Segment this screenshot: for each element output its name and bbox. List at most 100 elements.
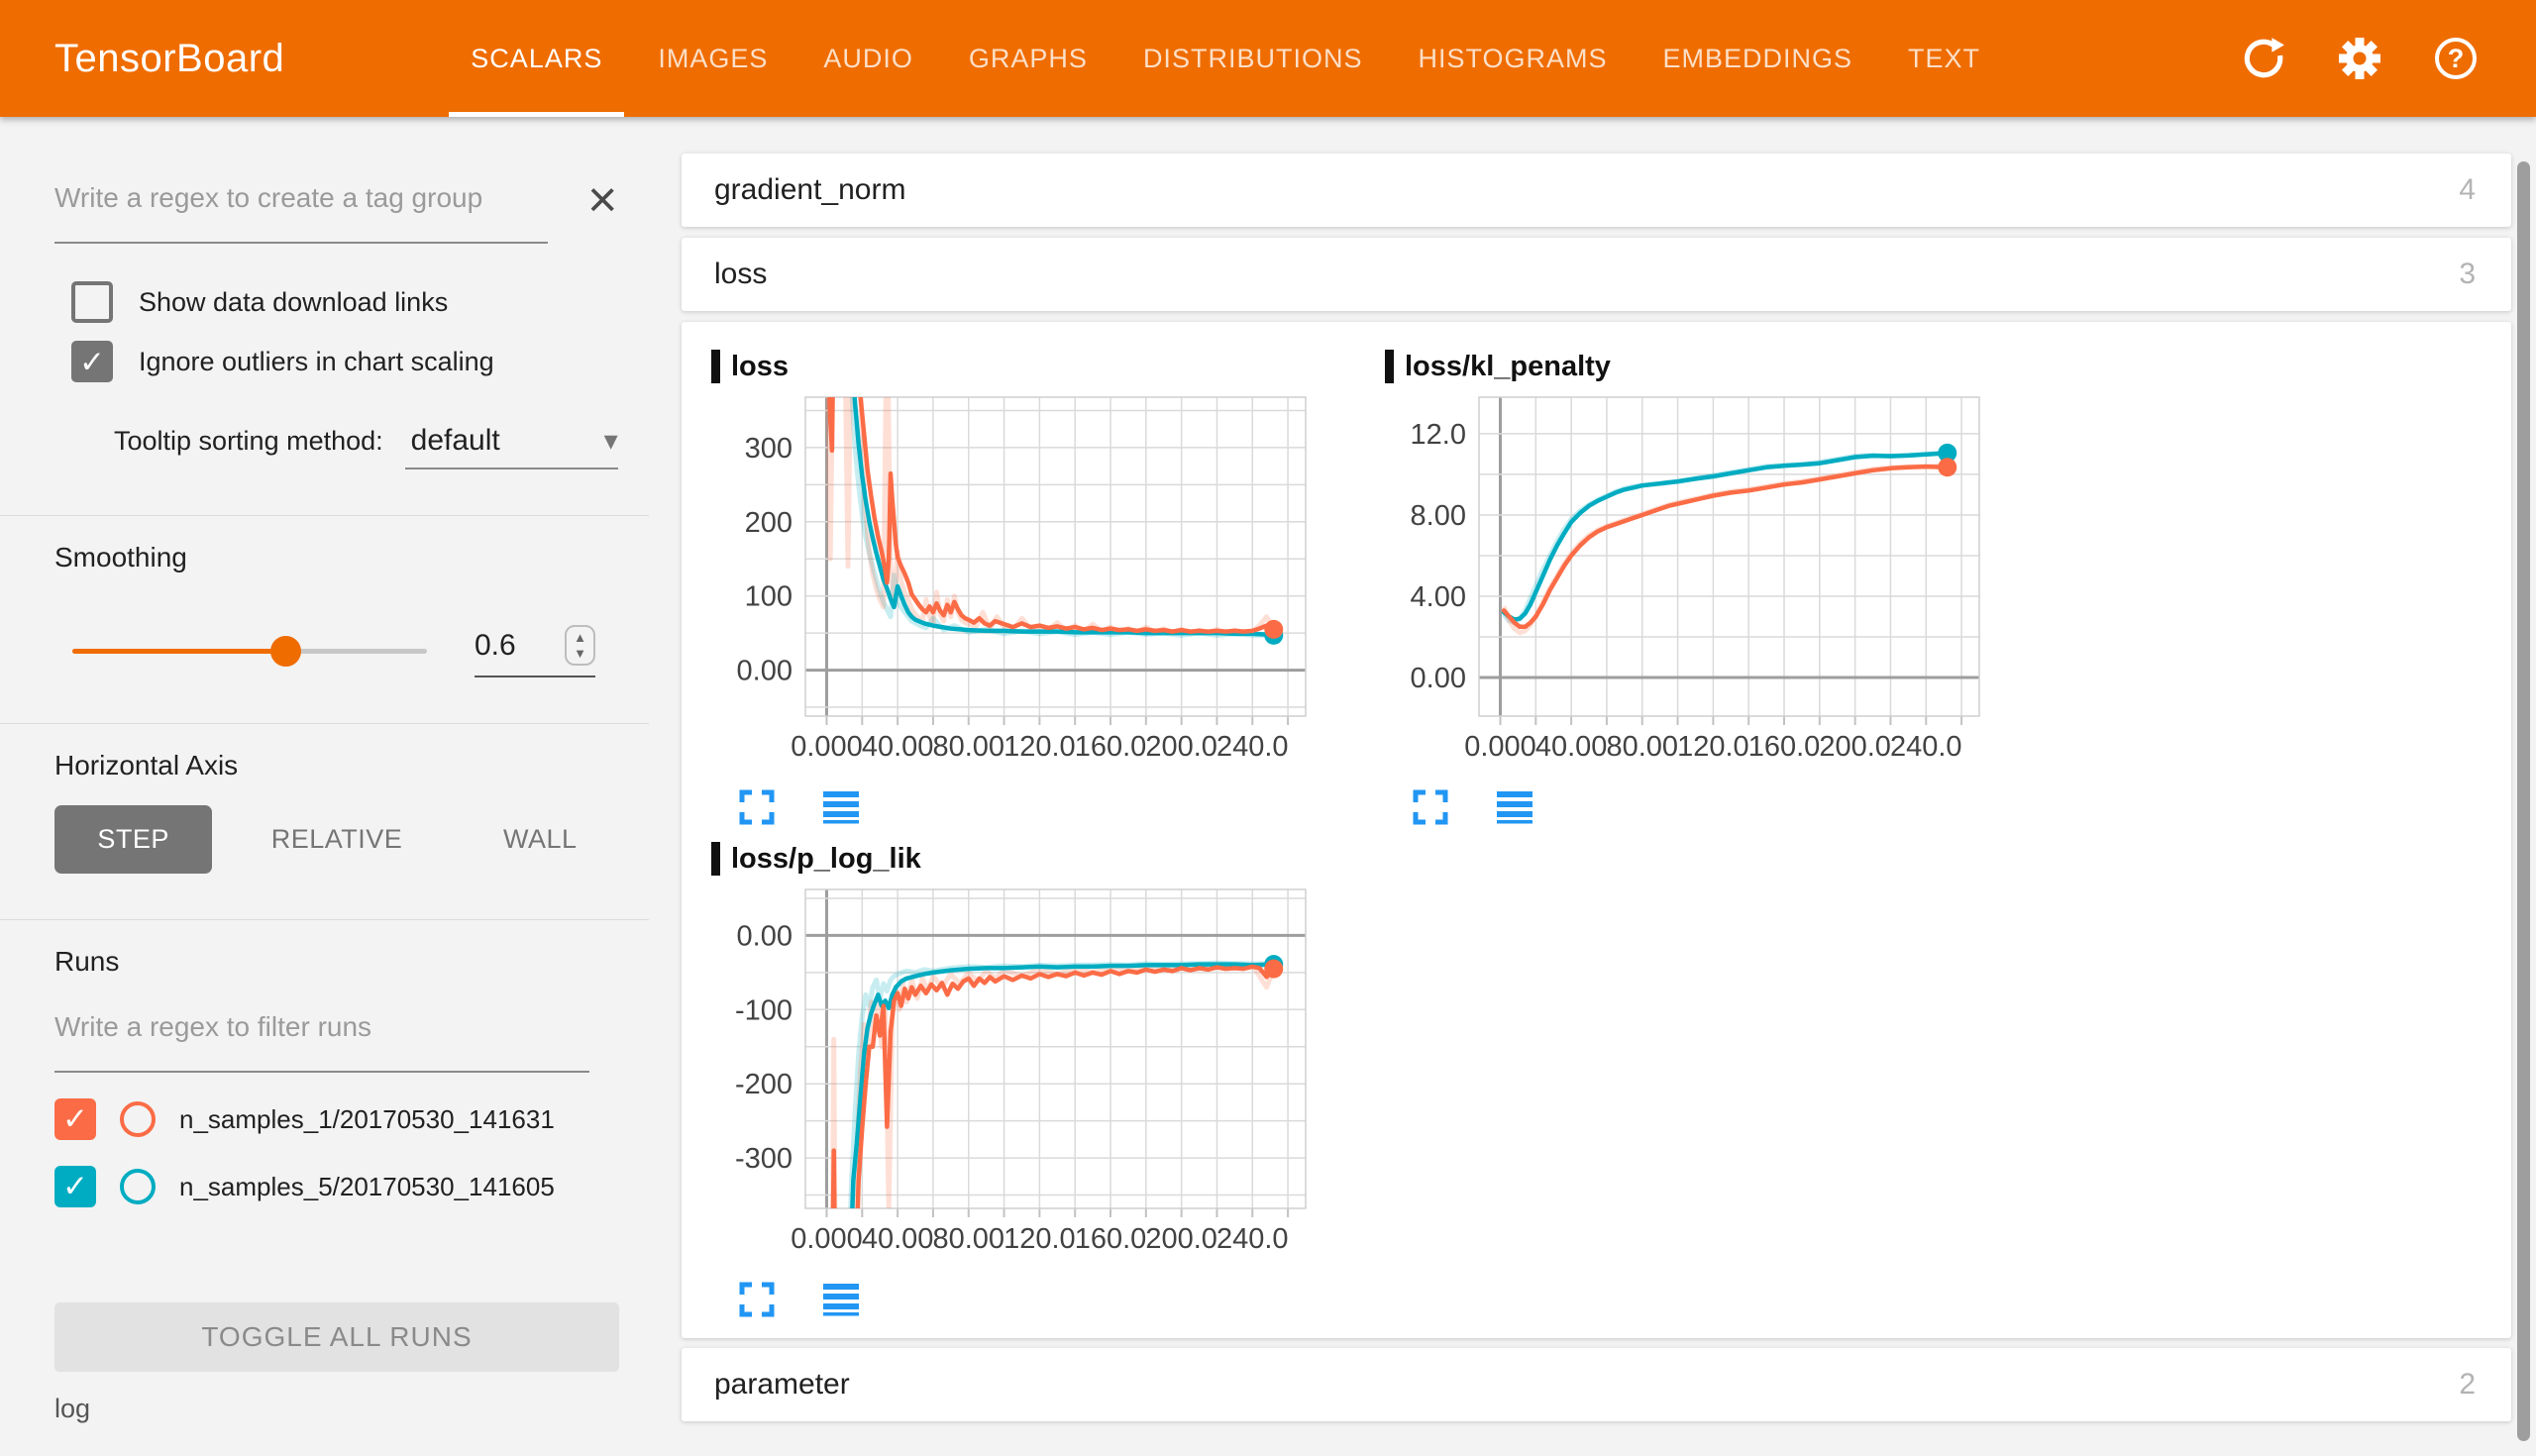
svg-text:200.0: 200.0 xyxy=(1145,1223,1217,1255)
runs-menu-icon[interactable] xyxy=(1496,789,1533,825)
tooltip-sorting-dropdown[interactable]: default ▾ xyxy=(404,424,618,469)
smoothing-value-input[interactable]: 0.6 ▲ ▼ xyxy=(475,625,595,677)
runs-menu-icon[interactable] xyxy=(822,1282,860,1317)
tab-embeddings[interactable]: EMBEDDINGS xyxy=(1635,0,1880,117)
app-header: TensorBoard SCALARS IMAGES AUDIO GRAPHS DIST… xyxy=(0,0,2536,117)
chart-title-row: loss/p_log_lik xyxy=(711,840,1385,878)
svg-text:120.0: 120.0 xyxy=(1677,731,1749,763)
section-count: 4 xyxy=(2459,173,2476,206)
clear-filter-icon[interactable]: × xyxy=(587,174,617,226)
section-title: gradient_norm xyxy=(714,173,906,206)
refresh-icon[interactable] xyxy=(2241,36,2286,81)
toggle-all-runs-button[interactable]: TOGGLE ALL RUNS xyxy=(54,1302,619,1372)
run-row: ✓ n_samples_5/20170530_141605 xyxy=(54,1166,619,1207)
log-label: log xyxy=(54,1394,91,1423)
chart-actions xyxy=(1413,789,2059,825)
divider xyxy=(0,723,649,724)
svg-text:-100: -100 xyxy=(735,994,792,1026)
run-checkbox[interactable]: ✓ xyxy=(54,1166,96,1207)
smoothing-label: Smoothing xyxy=(54,542,187,572)
horizontal-axis-options: STEP RELATIVE WALL xyxy=(54,805,619,874)
tab-graphs[interactable]: GRAPHS xyxy=(941,0,1115,117)
charts-grid: loss 0.000 40.00 80.00 120.0 160.0 200.0 240.0 0… xyxy=(711,348,2118,1332)
show-download-row[interactable]: Show data download links xyxy=(71,281,619,323)
svg-text:120.0: 120.0 xyxy=(1004,1223,1076,1255)
smoothing-value: 0.6 xyxy=(475,628,516,662)
app-title: TensorBoard xyxy=(54,36,285,80)
stepper-icon[interactable]: ▲ ▼ xyxy=(565,625,595,666)
run-checkbox[interactable]: ✓ xyxy=(54,1098,96,1140)
tab-text[interactable]: TEXT xyxy=(1880,0,2008,117)
expand-chart-icon[interactable] xyxy=(1413,789,1448,825)
section-count: 2 xyxy=(2459,1368,2476,1401)
axis-step-button[interactable]: STEP xyxy=(54,805,213,874)
run-name: n_samples_1/20170530_141631 xyxy=(179,1103,555,1134)
slider-thumb[interactable] xyxy=(269,636,301,667)
svg-text:40.00: 40.00 xyxy=(862,1223,934,1255)
tag-pill-icon xyxy=(711,350,720,383)
svg-text:160.0: 160.0 xyxy=(1075,1223,1147,1255)
run-color-circle[interactable] xyxy=(120,1169,156,1204)
section-header-gradient_norm[interactable]: gradient_norm 4 xyxy=(682,154,2511,227)
run-row: ✓ n_samples_1/20170530_141631 xyxy=(54,1098,619,1140)
ignore-outliers-label: Ignore outliers in chart scaling xyxy=(139,346,494,376)
tag-filter-placeholder: Write a regex to create a tag group xyxy=(54,182,483,213)
svg-text:0.00: 0.00 xyxy=(737,920,792,952)
chart-loss: loss 0.000 40.00 80.00 120.0 160.0 200.0 240.0 0… xyxy=(711,348,1385,840)
divider xyxy=(0,919,649,920)
runs-label: Runs xyxy=(54,946,120,977)
axis-wall-button[interactable]: WALL xyxy=(462,805,619,874)
svg-text:40.00: 40.00 xyxy=(862,731,934,763)
scrollbar[interactable] xyxy=(2517,161,2530,1441)
chevron-down-icon: ▾ xyxy=(603,425,618,456)
svg-text:?: ? xyxy=(2448,44,2465,73)
run-name: n_samples_5/20170530_141605 xyxy=(179,1171,555,1201)
ignore-outliers-row[interactable]: ✓ Ignore outliers in chart scaling xyxy=(71,341,619,382)
chart-title-text: loss/kl_penalty xyxy=(1405,350,1611,382)
section-count: 3 xyxy=(2459,258,2476,290)
svg-text:120.0: 120.0 xyxy=(1004,731,1076,763)
tag-pill-icon xyxy=(1385,350,1394,383)
help-icon[interactable]: ? xyxy=(2433,36,2479,81)
svg-text:-200: -200 xyxy=(735,1069,792,1100)
settings-sidebar: Write a regex to create a tag group × Sh… xyxy=(0,117,649,1456)
run-color-circle[interactable] xyxy=(120,1101,156,1137)
tab-scalars[interactable]: SCALARS xyxy=(443,0,630,117)
expand-chart-icon[interactable] xyxy=(739,789,775,825)
section-header-parameter[interactable]: parameter 2 xyxy=(682,1348,2511,1421)
chart-plot-area[interactable]: 0.000 40.00 80.00 120.0 160.0 200.0 240.0 0.00 1… xyxy=(711,389,1325,785)
tag-filter-input[interactable]: Write a regex to create a tag group xyxy=(54,182,548,244)
chart-title-text: loss xyxy=(731,350,790,382)
svg-text:0.000: 0.000 xyxy=(1464,731,1536,763)
ignore-outliers-checkbox[interactable]: ✓ xyxy=(71,341,113,382)
nav-tabs: SCALARS IMAGES AUDIO GRAPHS DISTRIBUTIONS HIS… xyxy=(443,0,2008,117)
svg-text:12.0: 12.0 xyxy=(1411,419,1466,451)
chart-actions xyxy=(739,789,1385,825)
chart-loss-p_log_lik: loss/p_log_lik 0.000 40.00 80.00 120.0 160.0 2… xyxy=(711,840,1385,1332)
runs-list: ✓ n_samples_1/20170530_141631 ✓ n_samples_5… xyxy=(54,1098,619,1207)
runs-menu-icon[interactable] xyxy=(822,789,860,825)
section-header-loss[interactable]: loss 3 xyxy=(682,238,2511,311)
svg-text:160.0: 160.0 xyxy=(1748,731,1821,763)
show-download-checkbox[interactable] xyxy=(71,281,113,323)
svg-text:40.00: 40.00 xyxy=(1535,731,1608,763)
tab-audio[interactable]: AUDIO xyxy=(795,0,941,117)
tab-distributions[interactable]: DISTRIBUTIONS xyxy=(1115,0,1391,117)
tooltip-sorting-label: Tooltip sorting method: xyxy=(114,426,383,456)
chart-plot-area[interactable]: 0.000 40.00 80.00 120.0 160.0 200.0 240.0 0.00 4… xyxy=(1385,389,1999,785)
chart-plot-area[interactable]: 0.000 40.00 80.00 120.0 160.0 200.0 240.0 0.00 -… xyxy=(711,882,1325,1278)
smoothing-slider[interactable] xyxy=(72,636,427,667)
svg-text:240.0: 240.0 xyxy=(1890,731,1962,763)
settings-gear-icon[interactable] xyxy=(2336,35,2383,82)
runs-filter-input[interactable]: Write a regex to filter runs xyxy=(54,1011,589,1073)
runs-filter-placeholder: Write a regex to filter runs xyxy=(54,1011,372,1042)
chart-actions xyxy=(739,1282,1385,1317)
svg-text:160.0: 160.0 xyxy=(1075,731,1147,763)
svg-text:200: 200 xyxy=(745,507,792,539)
tab-histograms[interactable]: HISTOGRAMS xyxy=(1390,0,1635,117)
charts-panel: loss 0.000 40.00 80.00 120.0 160.0 200.0 240.0 0… xyxy=(682,322,2511,1338)
tab-images[interactable]: IMAGES xyxy=(630,0,795,117)
expand-chart-icon[interactable] xyxy=(739,1282,775,1317)
axis-relative-button[interactable]: RELATIVE xyxy=(258,805,415,874)
svg-text:80.00: 80.00 xyxy=(932,1223,1004,1255)
